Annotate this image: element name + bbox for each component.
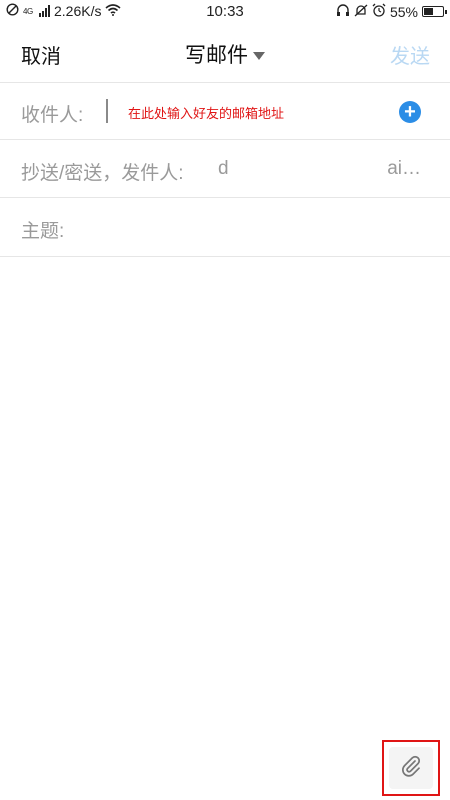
battery-fill	[424, 8, 434, 15]
cc-sender-label: 抄送/密送，发件人:	[21, 163, 184, 184]
sender-value: d	[218, 158, 229, 179]
recipient-row[interactable]: 收件人: 在此处输入好友的邮箱地址 +	[0, 82, 450, 140]
battery-percent: 55%	[389, 3, 418, 20]
send-button[interactable]: 发送	[390, 40, 430, 69]
attachment-button[interactable]	[389, 747, 433, 789]
subject-input[interactable]	[74, 211, 428, 243]
text-cursor	[106, 99, 108, 123]
cc-sender-row[interactable]: 抄送/密送，发件人: d ai…	[0, 139, 450, 198]
paperclip-icon	[399, 754, 423, 783]
title-dropdown[interactable]: 写邮件	[0, 39, 450, 69]
mute-icon	[354, 4, 368, 20]
compose-header: 取消 写邮件 发送	[0, 22, 450, 82]
dropdown-caret-icon	[253, 51, 265, 60]
battery-icon	[422, 6, 447, 17]
headset-icon	[336, 3, 350, 20]
add-contact-icon[interactable]: +	[399, 101, 421, 123]
status-bar: 4G 2.26K/s 10:33 55%	[0, 0, 450, 22]
subject-label: 主题:	[21, 221, 65, 242]
alarm-icon	[372, 3, 386, 20]
recipient-label: 收件人:	[21, 105, 84, 126]
subject-row[interactable]: 主题:	[0, 197, 450, 256]
sender-account[interactable]: ai…	[387, 158, 421, 180]
mail-body-area[interactable]	[0, 256, 450, 737]
recipient-hint: 在此处输入好友的邮箱地址	[128, 107, 285, 122]
page-title: 写邮件	[185, 44, 248, 67]
status-right: 55%	[336, 3, 447, 20]
